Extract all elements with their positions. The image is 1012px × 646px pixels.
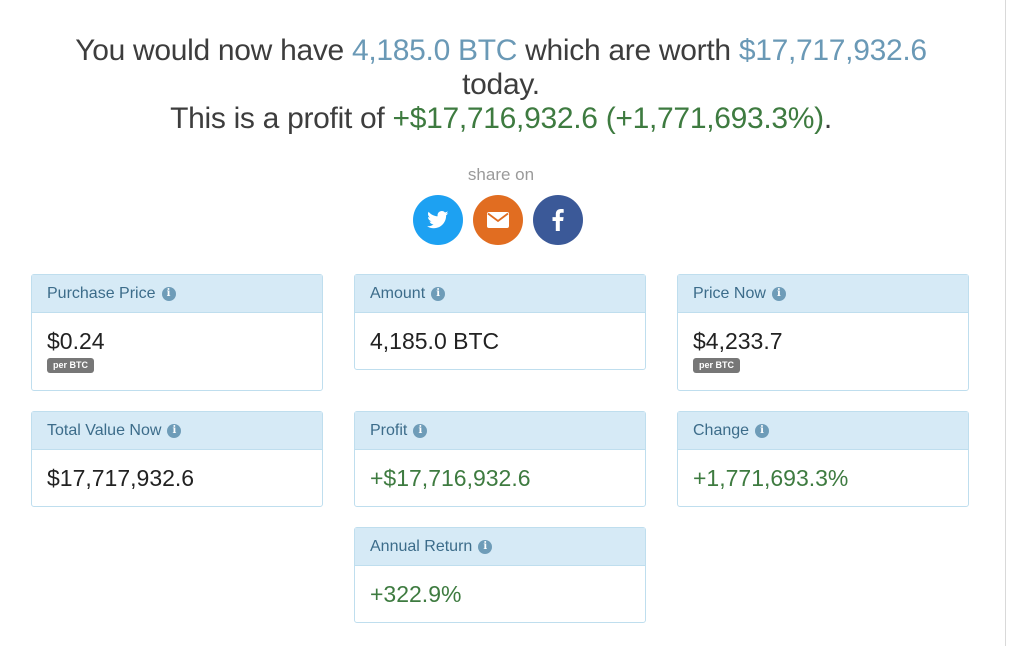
card-annual-return: Annual Return i +322.9% bbox=[354, 527, 646, 623]
card-header: Change i bbox=[678, 412, 968, 450]
card-body: +$17,716,932.6 bbox=[355, 450, 645, 492]
page-divider bbox=[1005, 0, 1006, 646]
card-purchase-price: Purchase Price i $0.24 per BTC bbox=[31, 274, 323, 391]
card-change: Change i +1,771,693.3% bbox=[677, 411, 969, 507]
card-title: Profit bbox=[370, 421, 408, 439]
card-total-value-now: Total Value Now i $17,717,932.6 bbox=[31, 411, 323, 507]
card-header: Amount i bbox=[355, 275, 645, 313]
card-amount: Amount i 4,185.0 BTC bbox=[354, 274, 646, 370]
card-title: Change bbox=[693, 421, 750, 439]
summary-amount: 4,185.0 BTC bbox=[351, 34, 518, 67]
summary-middle: which are worth bbox=[525, 34, 731, 67]
unit-badge: per BTC bbox=[693, 358, 741, 373]
card-body: $17,717,932.6 bbox=[32, 450, 322, 492]
card-price-now: Price Now i $4,233.7 per BTC bbox=[677, 274, 969, 391]
amount-value: 4,185.0 BTC bbox=[370, 328, 500, 354]
facebook-icon bbox=[552, 209, 564, 231]
card-body: $4,233.7 per BTC bbox=[678, 313, 968, 373]
total-value-now-value: $17,717,932.6 bbox=[47, 465, 195, 491]
summary-end: . bbox=[823, 102, 832, 135]
summary-line-3: This is a profit of +$17,716,932.6 (+1,7… bbox=[0, 102, 1002, 136]
card-header: Annual Return i bbox=[355, 528, 645, 566]
summary-suffix: today. bbox=[462, 68, 540, 101]
profit-value: +$17,716,932.6 bbox=[370, 465, 531, 491]
info-icon[interactable]: i bbox=[755, 423, 770, 438]
share-facebook-button[interactable] bbox=[533, 195, 583, 245]
card-body: $0.24 per BTC bbox=[32, 313, 322, 373]
summary-line-1: You would now have 4,185.0 BTC which are… bbox=[0, 34, 1002, 68]
card-header: Profit i bbox=[355, 412, 645, 450]
info-icon[interactable]: i bbox=[771, 286, 786, 301]
card-header: Total Value Now i bbox=[32, 412, 322, 450]
unit-badge: per BTC bbox=[47, 358, 95, 373]
card-body: 4,185.0 BTC bbox=[355, 313, 645, 355]
price-now-value: $4,233.7 bbox=[693, 328, 783, 354]
card-title: Amount bbox=[370, 284, 426, 302]
result-summary: You would now have 4,185.0 BTC which are… bbox=[0, 34, 1002, 136]
purchase-price-value: $0.24 bbox=[47, 328, 105, 354]
summary-worth: $17,717,932.6 bbox=[738, 34, 927, 67]
share-label: share on bbox=[467, 165, 535, 184]
info-icon[interactable]: i bbox=[478, 539, 493, 554]
twitter-icon bbox=[427, 211, 449, 229]
card-profit: Profit i +$17,716,932.6 bbox=[354, 411, 646, 507]
info-icon[interactable]: i bbox=[431, 286, 446, 301]
change-value: +1,771,693.3% bbox=[693, 465, 849, 491]
share-email-button[interactable] bbox=[473, 195, 523, 245]
card-header: Price Now i bbox=[678, 275, 968, 313]
share-twitter-button[interactable] bbox=[413, 195, 463, 245]
card-body: +322.9% bbox=[355, 566, 645, 608]
summary-percent: (+1,771,693.3%) bbox=[605, 102, 824, 135]
envelope-icon bbox=[487, 212, 509, 228]
profit-prefix: This is a profit of bbox=[170, 102, 385, 135]
summary-prefix: You would now have bbox=[75, 34, 344, 67]
annual-return-value: +322.9% bbox=[370, 581, 462, 607]
card-title: Purchase Price bbox=[47, 284, 156, 302]
card-body: +1,771,693.3% bbox=[678, 450, 968, 492]
summary-profit: +$17,716,932.6 bbox=[392, 102, 598, 135]
share-buttons bbox=[413, 195, 585, 245]
info-icon[interactable]: i bbox=[161, 286, 176, 301]
card-title: Total Value Now bbox=[47, 421, 162, 439]
info-icon[interactable]: i bbox=[413, 423, 428, 438]
card-title: Price Now bbox=[693, 284, 766, 302]
card-header: Purchase Price i bbox=[32, 275, 322, 313]
card-title: Annual Return bbox=[370, 537, 473, 555]
info-icon[interactable]: i bbox=[167, 423, 182, 438]
